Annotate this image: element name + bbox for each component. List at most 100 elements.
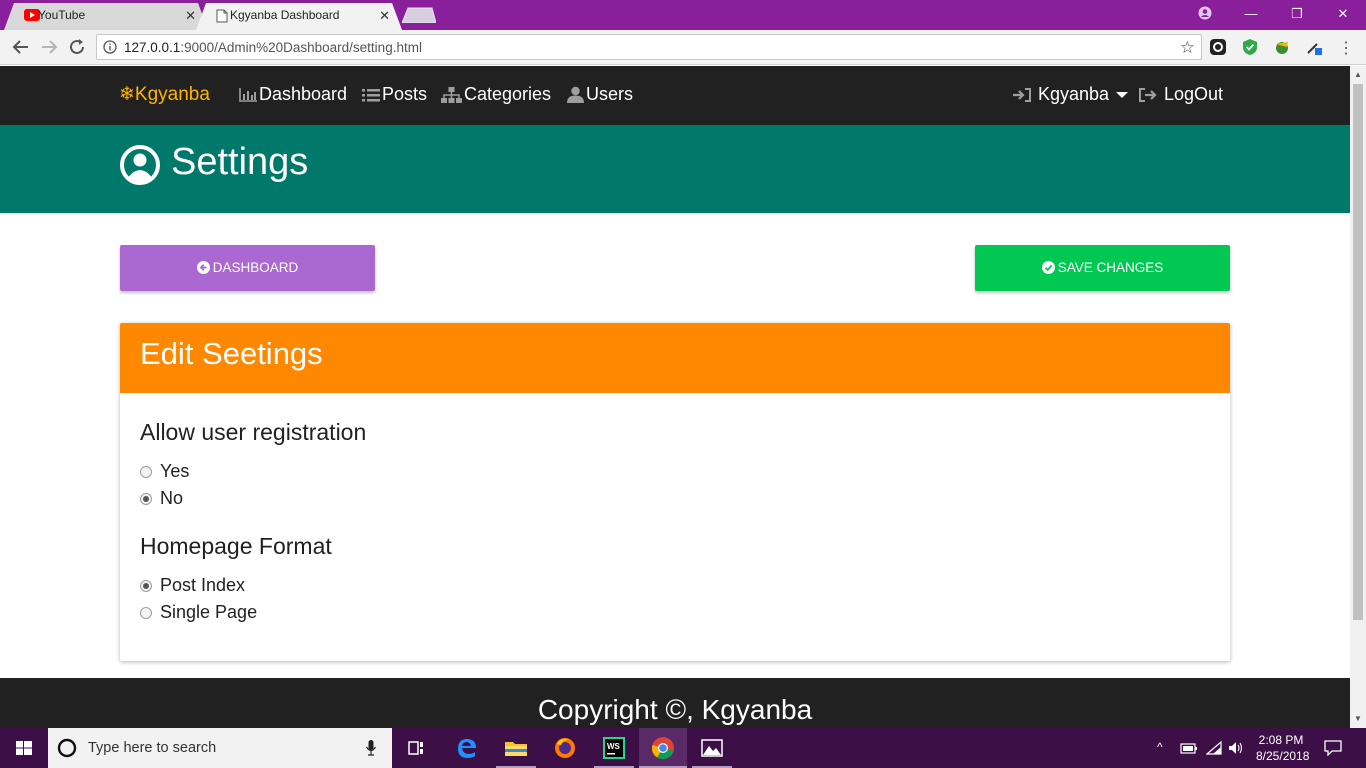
card-title: Edit Seetings bbox=[140, 336, 323, 371]
radio-option-no[interactable]: No bbox=[140, 488, 183, 509]
file-explorer-icon[interactable] bbox=[502, 734, 530, 762]
close-tab-icon[interactable]: ✕ bbox=[379, 3, 390, 28]
caret-down-icon bbox=[1116, 91, 1129, 98]
sign-out-icon bbox=[1139, 87, 1157, 102]
scrollbar-thumb[interactable] bbox=[1353, 84, 1363, 620]
scroll-down-arrow-icon[interactable]: ▼ bbox=[1354, 714, 1362, 723]
radio-option-single-page[interactable]: Single Page bbox=[140, 602, 257, 623]
dashboard-button[interactable]: DASHBOARD bbox=[120, 245, 375, 291]
windows-start-icon[interactable] bbox=[10, 734, 38, 762]
address-bar[interactable]: 127.0.0.1:9000/Admin%20Dashboard/setting… bbox=[96, 34, 1202, 60]
user-dropdown[interactable]: Kgyanba bbox=[1012, 84, 1129, 105]
extension-icon[interactable] bbox=[1209, 38, 1227, 56]
radio-button[interactable] bbox=[140, 465, 152, 478]
tab-title: Kgyanba Dashboard bbox=[230, 8, 340, 22]
taskbar-search-box[interactable]: Type here to search bbox=[48, 728, 392, 768]
url-text: 127.0.0.1:9000/Admin%20Dashboard/setting… bbox=[124, 40, 422, 55]
radio-option-yes[interactable]: Yes bbox=[140, 461, 189, 482]
check-circle-icon bbox=[1041, 261, 1055, 274]
wifi-icon[interactable] bbox=[1206, 741, 1222, 755]
back-arrow-icon[interactable] bbox=[10, 36, 32, 58]
url-host: 127.0.0.1 bbox=[124, 40, 181, 55]
radio-label: Post Index bbox=[160, 575, 246, 595]
brand-logo[interactable]: ❄Kgyanba bbox=[119, 83, 210, 106]
task-view-icon[interactable] bbox=[402, 734, 430, 762]
webstorm-icon[interactable]: WS bbox=[600, 734, 628, 762]
browser-tab-strip: YouTube ✕ Kgyanba Dashboard ✕ — ❐ ✕ bbox=[0, 0, 1366, 30]
radio-label: Single Page bbox=[160, 602, 258, 622]
show-hidden-icons-chevron-icon[interactable]: ^ bbox=[1157, 740, 1163, 754]
forward-arrow-icon[interactable] bbox=[38, 36, 60, 58]
nav-link-label: Posts bbox=[382, 84, 428, 104]
chrome-icon[interactable] bbox=[649, 734, 677, 762]
radio-button[interactable] bbox=[140, 492, 152, 505]
page-title: Settings bbox=[171, 141, 309, 183]
arrow-circle-left-icon bbox=[196, 261, 210, 274]
user-name: Kgyanba bbox=[1038, 84, 1110, 104]
minimize-button[interactable]: — bbox=[1228, 0, 1274, 30]
section-homepage-format: Homepage Format bbox=[140, 533, 332, 559]
close-window-button[interactable]: ✕ bbox=[1320, 0, 1366, 30]
eyedropper-icon[interactable] bbox=[1305, 38, 1323, 56]
bookmark-star-icon[interactable]: ☆ bbox=[1180, 38, 1195, 58]
settings-card: Edit Seetings Allow user registration Ye… bbox=[120, 323, 1230, 661]
clock-time: 2:08 PM bbox=[1258, 733, 1304, 747]
card-header: Edit Seetings bbox=[120, 323, 1230, 393]
radio-button[interactable] bbox=[140, 606, 152, 619]
tab-title: YouTube bbox=[38, 8, 86, 22]
download-manager-icon[interactable] bbox=[1273, 38, 1291, 56]
edge-browser-icon[interactable] bbox=[453, 734, 481, 762]
profile-icon[interactable] bbox=[1182, 0, 1228, 30]
url-path: :9000/Admin%20Dashboard/setting.html bbox=[180, 40, 422, 55]
sign-in-icon bbox=[1013, 87, 1031, 102]
new-tab-button[interactable] bbox=[402, 7, 436, 23]
nav-link-label: Categories bbox=[464, 84, 552, 104]
tab-kgyanba-dashboard[interactable]: Kgyanba Dashboard ✕ bbox=[196, 3, 402, 30]
nav-link-label: Users bbox=[586, 84, 634, 104]
shield-icon[interactable] bbox=[1241, 38, 1259, 56]
web-page: ❄Kgyanba Dashboard Posts Categories User… bbox=[0, 66, 1350, 728]
logout-link[interactable]: LogOut bbox=[1138, 84, 1223, 105]
page-scrollbar[interactable]: ▲ ▼ bbox=[1350, 66, 1366, 728]
nav-link-dashboard[interactable]: Dashboard bbox=[239, 84, 347, 105]
info-icon[interactable] bbox=[103, 40, 117, 54]
tab-youtube[interactable]: YouTube ✕ bbox=[4, 3, 208, 30]
reload-icon[interactable] bbox=[66, 36, 88, 58]
nav-link-posts[interactable]: Posts bbox=[362, 84, 427, 105]
user-icon bbox=[567, 86, 584, 103]
close-tab-icon[interactable]: ✕ bbox=[185, 3, 196, 28]
windows-taskbar: Type here to search WS ^ 2:08 PM 8/25/20… bbox=[0, 728, 1366, 768]
nav-link-label: Dashboard bbox=[259, 84, 348, 104]
dashboard-button-label: DASHBOARD bbox=[212, 260, 299, 275]
save-changes-button[interactable]: SAVE CHANGES bbox=[975, 245, 1230, 291]
photos-icon[interactable] bbox=[698, 734, 726, 762]
list-icon bbox=[362, 88, 380, 101]
brand-name: Kgyanba bbox=[134, 84, 210, 105]
section-allow-user-registration: Allow user registration bbox=[140, 419, 367, 445]
radio-option-post-index[interactable]: Post Index bbox=[140, 575, 245, 596]
scroll-up-arrow-icon[interactable]: ▲ bbox=[1354, 70, 1362, 79]
cortana-icon bbox=[57, 738, 77, 758]
battery-icon[interactable] bbox=[1180, 741, 1198, 755]
page-icon bbox=[216, 9, 228, 23]
logout-label: LogOut bbox=[1164, 84, 1224, 104]
save-button-label: SAVE CHANGES bbox=[1057, 260, 1164, 275]
restore-button[interactable]: ❐ bbox=[1274, 0, 1320, 30]
radio-button[interactable] bbox=[140, 579, 152, 592]
action-center-icon[interactable] bbox=[1324, 740, 1342, 756]
snowflake-icon: ❄ bbox=[119, 84, 135, 105]
sitemap-icon bbox=[441, 86, 462, 103]
svg-text:WS: WS bbox=[607, 742, 621, 751]
system-clock[interactable]: 2:08 PM 8/25/2018 bbox=[1256, 732, 1309, 764]
page-footer: Copyright ©, Kgyanba bbox=[0, 678, 1350, 728]
browser-toolbar: 127.0.0.1:9000/Admin%20Dashboard/setting… bbox=[0, 30, 1366, 65]
copyright-text: Copyright ©, Kgyanba bbox=[537, 694, 813, 725]
nav-link-categories[interactable]: Categories bbox=[441, 84, 551, 105]
microphone-icon[interactable] bbox=[366, 740, 376, 756]
volume-icon[interactable] bbox=[1228, 740, 1244, 756]
bar-chart-icon bbox=[239, 87, 257, 102]
firefox-icon[interactable] bbox=[551, 734, 579, 762]
nav-link-users[interactable]: Users bbox=[567, 84, 633, 105]
user-circle-icon bbox=[120, 145, 160, 185]
browser-menu-icon[interactable]: ⋮ bbox=[1338, 38, 1354, 58]
